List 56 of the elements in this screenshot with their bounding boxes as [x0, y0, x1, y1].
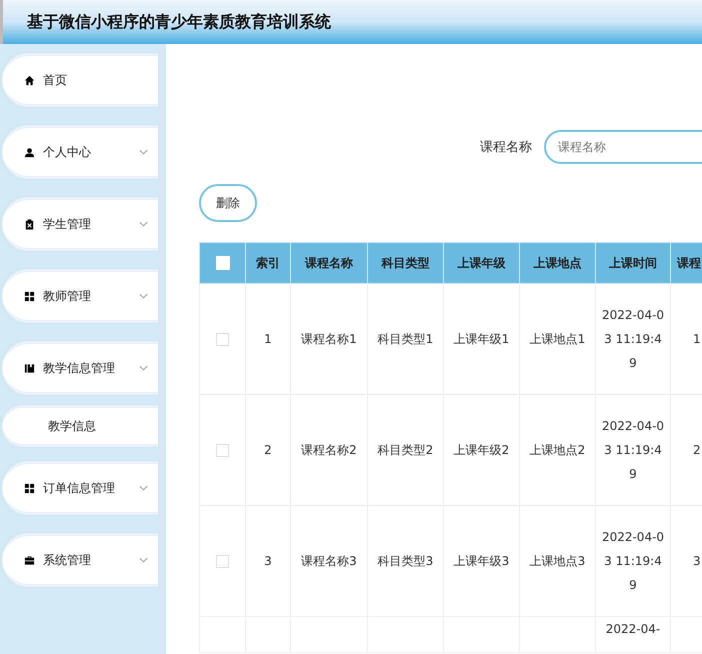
menu-label: 学生管理 — [43, 216, 92, 232]
table-cell: 3 — [246, 506, 290, 616]
table-cell: 1 — [246, 284, 290, 394]
table-cell: 上课年级1 — [444, 284, 520, 394]
select-all-checkbox[interactable] — [216, 256, 230, 270]
table-cell: 2022-04-03 11:19:49 — [596, 394, 670, 506]
table-cell: 课程名称1 — [290, 284, 368, 394]
table-cell: 科目类型1 — [368, 284, 444, 394]
column-header: 索引 — [246, 242, 290, 284]
table-cell: 课程名称3 — [290, 506, 368, 616]
app-title: 基于微信小程序的青少年素质教育培训系统 — [27, 12, 331, 32]
book-icon — [24, 362, 35, 374]
briefcase-icon — [24, 554, 35, 566]
home-icon — [24, 74, 35, 86]
menu-label: 首页 — [43, 72, 68, 88]
menu-label: 系统管理 — [43, 552, 92, 568]
search-label: 课程名称 — [480, 139, 532, 156]
table-cell: 2022-04-03 11:19:49 — [596, 506, 670, 616]
table-cell: 上课地点3 — [520, 506, 596, 616]
clipboard-icon — [24, 218, 35, 230]
menu-label: 教师管理 — [43, 288, 92, 304]
table-cell: 上课地点2 — [520, 394, 596, 506]
menu-item[interactable]: 教学信息管理 — [2, 341, 158, 395]
table-cell: 科目类型2 — [368, 394, 444, 506]
delete-button[interactable]: 删除 — [199, 184, 257, 222]
menu-label: 订单信息管理 — [43, 480, 116, 496]
column-header: 科目类型 — [368, 242, 444, 284]
row-checkbox[interactable] — [216, 333, 229, 346]
table-cell: 上课地点1 — [520, 284, 596, 394]
submenu-item[interactable]: 教学信息 — [2, 405, 158, 447]
table-cell: 2022-04-03 11:19:49 — [596, 284, 670, 394]
row-checkbox[interactable] — [216, 444, 229, 458]
column-header: 上课年级 — [444, 242, 520, 284]
menu-item[interactable]: 学生管理 — [2, 197, 158, 251]
table-cell: 科目类型3 — [368, 506, 444, 616]
column-header: 课程 — [670, 242, 702, 284]
grid-icon — [24, 482, 35, 494]
table-cell: 上课年级2 — [444, 394, 520, 506]
menu-item[interactable]: 系统管理 — [2, 533, 158, 587]
menu-item[interactable]: 个人中心 — [2, 125, 158, 179]
menu-label: 个人中心 — [43, 144, 92, 160]
column-header: 上课地点 — [520, 242, 596, 284]
grid-icon — [24, 290, 35, 302]
menu-item[interactable]: 订单信息管理 — [2, 461, 158, 515]
table-cell: 2022-04- — [596, 616, 670, 652]
table-cell: 上课年级3 — [444, 506, 520, 616]
menu-item[interactable]: 首页 — [2, 53, 158, 107]
menu-label: 教学信息管理 — [43, 360, 116, 376]
row-checkbox[interactable] — [216, 555, 229, 568]
user-icon — [24, 146, 35, 158]
column-header: 上课时间 — [596, 242, 670, 284]
search-field[interactable]: 课程名称 — [544, 130, 702, 164]
column-header: 课程名称 — [290, 242, 368, 284]
table-cell: 2 — [246, 394, 290, 506]
menu-item[interactable]: 教师管理 — [2, 269, 158, 323]
table-cell: 课程名称2 — [290, 394, 368, 506]
